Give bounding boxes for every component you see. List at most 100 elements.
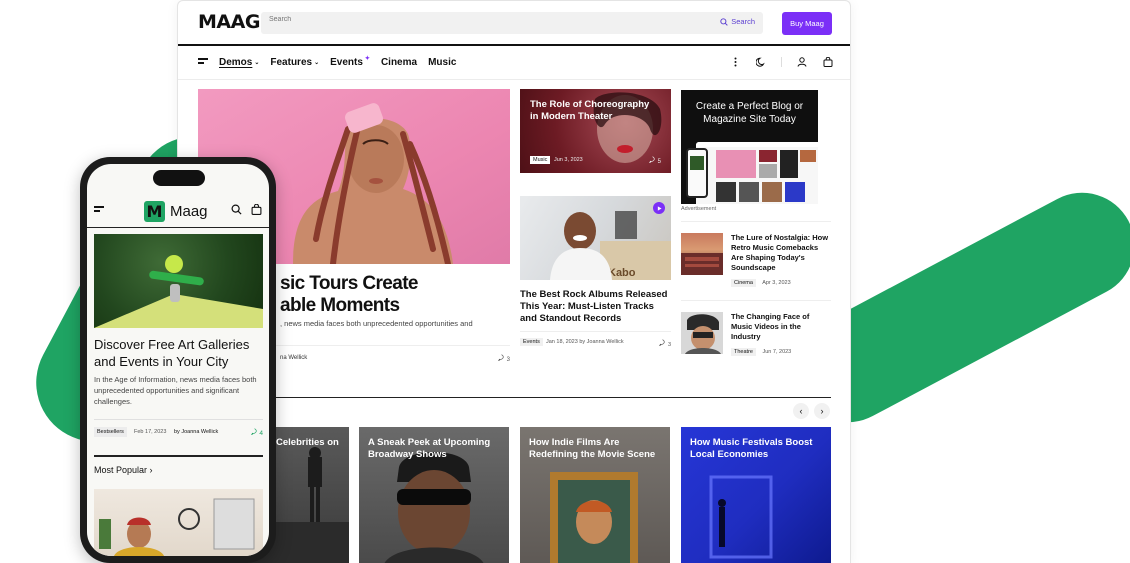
- comment-count[interactable]: 3: [659, 339, 671, 348]
- nav-item-cinema[interactable]: Cinema: [381, 57, 417, 68]
- article-date: Jun 3, 2023: [554, 157, 583, 163]
- search-bar[interactable]: Search: [261, 12, 763, 34]
- nav-item-label: Events: [330, 57, 363, 68]
- comment-icon: [648, 156, 655, 164]
- desktop-site-mockup: MAAG Search Buy Maag Demos ⌄ Features ⌄ …: [177, 0, 851, 563]
- article-date-author: Jan 18, 2023 by Joanna Wellick: [546, 339, 624, 345]
- author-link[interactable]: na Wellick: [280, 355, 307, 361]
- article-date: Jun 7, 2023: [762, 349, 792, 355]
- carousel-tile[interactable]: How Music Festivals Boost Local Economie…: [681, 427, 831, 563]
- cart-icon[interactable]: [250, 203, 262, 215]
- site-logo[interactable]: MAAG: [198, 11, 260, 33]
- nav-item-demos[interactable]: Demos ⌄: [219, 57, 259, 68]
- tile-title: Celebrities on: [276, 437, 339, 448]
- comment-count-value: 4: [259, 430, 263, 437]
- article-date: Apr 3, 2023: [762, 280, 791, 286]
- article-title[interactable]: The Changing Face of Music Videos in the…: [731, 312, 831, 342]
- category-tag[interactable]: Bestsellers: [94, 427, 127, 437]
- popular-article-image[interactable]: [94, 489, 263, 556]
- search-button-label: Search: [731, 17, 755, 26]
- ad-phone-preview: [686, 148, 708, 198]
- section-divider: [94, 455, 263, 457]
- advertisement-banner[interactable]: Create a Perfect Blog or Magazine Site T…: [681, 90, 818, 204]
- article-meta: Bestsellers Feb 17, 2023 by Joanna Welli…: [94, 419, 263, 443]
- search-button[interactable]: Search: [720, 17, 755, 26]
- chevron-down-icon: ⌄: [314, 60, 320, 66]
- comment-icon: [497, 354, 504, 362]
- article-title[interactable]: The Lure of Nostalgia: How Retro Music C…: [731, 233, 831, 273]
- article-image[interactable]: [94, 234, 263, 328]
- ad-screenshot-preview: [696, 142, 818, 204]
- article-thumbnail[interactable]: [681, 312, 723, 354]
- nav-item-label: Demos: [219, 57, 253, 68]
- chevron-down-icon: ⌄: [254, 60, 260, 66]
- article-meta: Events Jan 18, 2023 by Joanna Wellick 3: [520, 331, 671, 348]
- mobile-phone-mockup: M Maag Discover Free Art Galleries and E…: [80, 157, 276, 563]
- nav-item-events[interactable]: Events ✦: [330, 56, 370, 68]
- article-image-rock-albums[interactable]: Kabo: [520, 196, 671, 280]
- author-link[interactable]: by Joanna Wellick: [174, 429, 218, 435]
- logo-mark: M: [144, 201, 165, 222]
- author-link[interactable]: by Joanna Wellick: [579, 339, 623, 345]
- moon-icon[interactable]: [755, 56, 767, 68]
- nav-item-label: Cinema: [380, 57, 418, 68]
- carousel-tile[interactable]: How Indie Films Are Redefining the Movie…: [520, 427, 670, 563]
- most-popular-link[interactable]: Most Popular ›: [94, 465, 153, 475]
- carousel-tile[interactable]: A Sneak Peek at Upcoming Broadway Shows: [359, 427, 509, 563]
- nav-item-label: Features: [270, 57, 313, 68]
- search-icon: [720, 17, 728, 26]
- cart-icon[interactable]: [822, 56, 834, 68]
- nav-item-label: Music: [428, 57, 457, 68]
- section-divider: [198, 397, 831, 398]
- article-description: In the Age of Information, news media fa…: [94, 375, 257, 406]
- comment-icon: [659, 339, 665, 347]
- article-card-choreography[interactable]: The Role of Choreography in Modern Theat…: [520, 89, 671, 173]
- more-icon[interactable]: [729, 56, 741, 68]
- menu-icon[interactable]: [94, 206, 104, 214]
- nav-item-features[interactable]: Features ⌄: [270, 57, 319, 68]
- article-thumbnail[interactable]: [681, 233, 723, 275]
- buy-button[interactable]: Buy Maag: [782, 12, 832, 35]
- comment-count[interactable]: 5: [648, 156, 661, 165]
- carousel-next-button[interactable]: ›: [814, 403, 830, 419]
- mobile-screen: M Maag Discover Free Art Galleries and E…: [87, 164, 269, 556]
- comment-count[interactable]: 3: [497, 354, 510, 363]
- ad-label: Advertisement: [681, 206, 717, 212]
- phone-notch: [153, 170, 205, 186]
- hero-description: , news media faces both unprecedented op…: [280, 319, 473, 328]
- comment-count-value: 3: [667, 342, 671, 348]
- ad-title: Create a Perfect Blog or Magazine Site T…: [695, 101, 804, 125]
- tile-title: How Indie Films Are Redefining the Movie…: [529, 437, 656, 460]
- user-icon[interactable]: [796, 56, 808, 68]
- article-meta: Theatre Jun 7, 2023: [731, 348, 792, 356]
- mobile-logo[interactable]: M Maag: [144, 201, 208, 222]
- site-header: MAAG Search Buy Maag: [178, 1, 850, 46]
- divider: [681, 221, 831, 222]
- category-tag[interactable]: Theatre: [731, 348, 756, 356]
- article-title: The Role of Choreography in Modern Theat…: [530, 99, 650, 122]
- play-button[interactable]: [653, 202, 665, 214]
- search-input[interactable]: [269, 16, 669, 23]
- divider: [781, 57, 782, 67]
- category-tag[interactable]: Cinema: [731, 279, 756, 287]
- play-icon: [657, 205, 662, 211]
- article-title[interactable]: Discover Free Art Galleries and Events i…: [94, 336, 264, 370]
- logo-text: Maag: [170, 203, 208, 220]
- comment-icon: [250, 428, 257, 436]
- article-meta: Cinema Apr 3, 2023: [731, 279, 791, 287]
- divider: [681, 300, 831, 301]
- sparkle-icon: ✦: [364, 56, 370, 62]
- main-nav: Demos ⌄ Features ⌄ Events ✦ Cinema Music: [178, 48, 850, 80]
- article-date: Jan 18, 2023: [546, 339, 578, 345]
- category-tag[interactable]: Events: [520, 338, 543, 346]
- menu-icon[interactable]: [198, 58, 208, 66]
- comment-count-value: 5: [657, 159, 661, 165]
- comment-count-value: 3: [506, 357, 510, 363]
- nav-item-music[interactable]: Music: [428, 57, 456, 68]
- mobile-header: M Maag: [87, 192, 269, 228]
- carousel-prev-button[interactable]: ‹: [793, 403, 809, 419]
- article-title[interactable]: The Best Rock Albums Released This Year:…: [520, 289, 671, 325]
- category-tag[interactable]: Music: [530, 156, 551, 164]
- comment-count[interactable]: 4: [250, 428, 263, 437]
- search-icon[interactable]: [230, 203, 242, 215]
